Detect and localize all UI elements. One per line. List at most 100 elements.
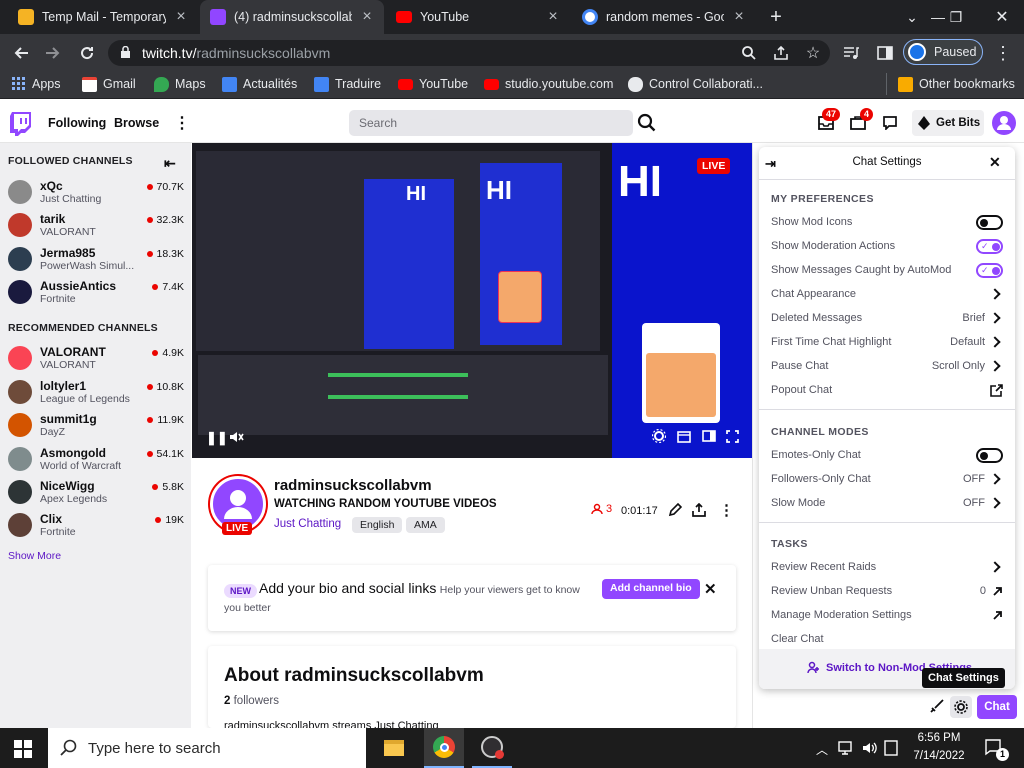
- theatre-mode-icon[interactable]: [702, 430, 716, 442]
- recommended-channel-summit1g[interactable]: summit1g DayZ 11.9K: [8, 411, 186, 443]
- tab-google[interactable]: random memes - Google ×: [572, 0, 756, 34]
- restore-button[interactable]: ❐: [936, 0, 976, 34]
- more-options-icon[interactable]: ⋮: [174, 113, 190, 133]
- twitch-search-input[interactable]: Search: [349, 110, 633, 136]
- nav-following[interactable]: Following: [48, 116, 106, 130]
- category-link[interactable]: Just Chatting: [274, 518, 341, 530]
- deleted-messages-row[interactable]: Deleted Messages Brief: [771, 309, 1003, 327]
- volume-icon[interactable]: [862, 740, 878, 756]
- settings-gear-icon[interactable]: [652, 429, 666, 443]
- get-bits-button[interactable]: Get Bits: [912, 110, 984, 136]
- chat-send-button[interactable]: Chat: [977, 695, 1017, 719]
- recommended-channel-asmongold[interactable]: Asmongold World of Warcraft 54.1K: [8, 445, 186, 477]
- reload-icon[interactable]: [74, 40, 100, 66]
- mod-sword-icon[interactable]: [930, 699, 944, 713]
- windows-start-icon[interactable]: [14, 740, 32, 758]
- taskbar-search-input[interactable]: Type here to search: [48, 728, 366, 768]
- bookmark-apps[interactable]: Apps: [12, 76, 61, 92]
- address-bar[interactable]: twitch.tv/radminsuckscollabvm: [108, 40, 830, 66]
- profile-paused-button[interactable]: Paused: [903, 39, 983, 65]
- bookmark-star-icon[interactable]: ☆: [800, 40, 826, 66]
- close-tab-icon[interactable]: ×: [546, 8, 560, 26]
- show-automod-row[interactable]: Show Messages Caught by AutoMod ✓: [771, 261, 1003, 279]
- show-mod-icons-row[interactable]: Show Mod Icons: [771, 213, 1003, 231]
- file-explorer-icon[interactable]: [374, 728, 414, 768]
- followed-channel-jerma985[interactable]: Jerma985 PowerWash Simul... 18.3K: [8, 245, 186, 277]
- tab-twitch[interactable]: (4) radminsuckscollabvm ×: [200, 0, 384, 34]
- mute-icon[interactable]: [230, 431, 244, 443]
- tag-ama[interactable]: AMA: [406, 517, 445, 533]
- automod-toggle[interactable]: ✓: [976, 262, 1003, 278]
- emotes-only-toggle[interactable]: [976, 447, 1003, 463]
- menu-kebab-icon[interactable]: ⋮: [990, 40, 1016, 66]
- bookmark-studio-youtube[interactable]: studio.youtube.com: [484, 76, 613, 92]
- tab-youtube[interactable]: YouTube ×: [386, 0, 570, 34]
- close-window-button[interactable]: ✕: [982, 0, 1022, 34]
- new-tab-button[interactable]: +: [758, 0, 794, 34]
- bookmark-other[interactable]: Other bookmarks: [898, 76, 1015, 92]
- popout-chat-row[interactable]: Popout Chat: [771, 381, 1003, 399]
- close-tab-icon[interactable]: ×: [732, 8, 746, 26]
- clock-time[interactable]: 6:56 PM: [904, 732, 974, 744]
- side-panel-icon[interactable]: [872, 40, 898, 66]
- back-arrow-icon[interactable]: [8, 40, 34, 66]
- bookmark-actualites[interactable]: Actualités: [222, 76, 297, 92]
- close-tab-icon[interactable]: ×: [174, 8, 188, 26]
- obs-taskbar-icon[interactable]: [472, 728, 512, 768]
- review-raids-row[interactable]: Review Recent Raids: [771, 558, 1003, 576]
- user-avatar[interactable]: [992, 111, 1016, 135]
- share-icon[interactable]: [692, 503, 706, 517]
- fullscreen-icon[interactable]: [726, 430, 739, 443]
- language-icon[interactable]: [884, 740, 898, 756]
- tag-english[interactable]: English: [352, 517, 403, 533]
- more-kebab-icon[interactable]: ⋮: [719, 501, 734, 519]
- followed-channel-aussieantics[interactable]: AussieAntics Fortnite 7.4K: [8, 278, 186, 310]
- recommended-channel-valorant[interactable]: VALORANT VALORANT 4.9K: [8, 344, 186, 376]
- channel-name-heading[interactable]: radminsuckscollabvm: [274, 477, 432, 494]
- twitch-logo-icon[interactable]: [10, 112, 32, 136]
- zoom-icon[interactable]: [736, 40, 762, 66]
- whispers-icon[interactable]: [883, 116, 897, 130]
- chat-settings-gear-icon[interactable]: [950, 696, 972, 718]
- clip-icon[interactable]: [677, 429, 691, 443]
- mod-actions-toggle[interactable]: ✓: [976, 238, 1003, 254]
- video-player[interactable]: HI HI HI LIVE ❚❚: [192, 143, 752, 458]
- edit-pencil-icon[interactable]: [668, 503, 682, 517]
- emotes-only-row[interactable]: Emotes-Only Chat: [771, 446, 1003, 464]
- chrome-taskbar-icon[interactable]: [424, 728, 464, 768]
- recommended-channel-nicewigg[interactable]: NiceWigg Apex Legends 5.8K: [8, 478, 186, 510]
- followed-channel-tarik[interactable]: tarik VALORANT 32.3K: [8, 211, 186, 243]
- close-tab-icon[interactable]: ×: [360, 8, 374, 26]
- bookmark-maps[interactable]: Maps: [154, 76, 206, 92]
- pause-icon[interactable]: ❚❚: [206, 430, 228, 446]
- chat-appearance-row[interactable]: Chat Appearance: [771, 285, 1003, 303]
- slow-mode-row[interactable]: Slow Mode OFF: [771, 494, 1003, 512]
- media-control-icon[interactable]: [838, 40, 864, 66]
- tab-temp-mail[interactable]: Temp Mail - Temporary ×: [8, 0, 198, 34]
- clock-date[interactable]: 7/14/2022: [904, 750, 974, 762]
- review-unban-row[interactable]: Review Unban Requests 0: [771, 582, 1003, 600]
- bookmark-traduire[interactable]: Traduire: [314, 76, 381, 92]
- recommended-channel-clix[interactable]: Clix Fortnite 19K: [8, 511, 186, 543]
- pause-chat-row[interactable]: Pause Chat Scroll Only: [771, 357, 1003, 375]
- clear-chat-row[interactable]: Clear Chat: [771, 630, 1003, 648]
- close-icon[interactable]: ✕: [989, 154, 1001, 171]
- forward-arrow-icon[interactable]: [40, 40, 66, 66]
- close-icon[interactable]: ✕: [704, 580, 717, 598]
- nav-browse[interactable]: Browse: [114, 116, 159, 130]
- recommended-channel-loltyler1[interactable]: loltyler1 League of Legends 10.8K: [8, 378, 186, 410]
- show-more-link[interactable]: Show More: [8, 550, 61, 562]
- show-mod-actions-row[interactable]: Show Moderation Actions ✓: [771, 237, 1003, 255]
- followers-only-row[interactable]: Followers-Only Chat OFF: [771, 470, 1003, 488]
- share-icon[interactable]: [768, 40, 794, 66]
- add-channel-bio-button[interactable]: Add channel bio: [602, 579, 700, 599]
- manage-moderation-row[interactable]: Manage Moderation Settings: [771, 606, 1003, 624]
- tray-chevron-up-icon[interactable]: ︿: [816, 741, 828, 758]
- bookmark-youtube[interactable]: YouTube: [398, 76, 468, 92]
- collapse-sidebar-icon[interactable]: ⇤: [164, 155, 176, 172]
- mod-icons-toggle[interactable]: [976, 214, 1003, 230]
- followed-channel-xqc[interactable]: xQc Just Chatting 70.7K: [8, 178, 186, 210]
- first-time-chat-row[interactable]: First Time Chat Highlight Default: [771, 333, 1003, 351]
- search-icon[interactable]: [637, 113, 657, 133]
- bookmark-gmail[interactable]: Gmail: [82, 76, 136, 92]
